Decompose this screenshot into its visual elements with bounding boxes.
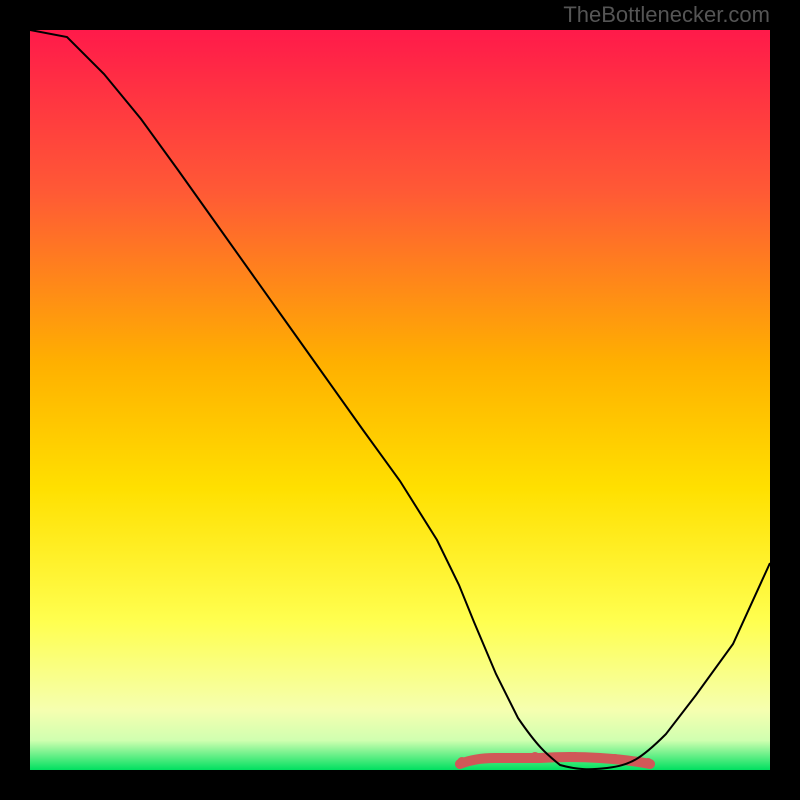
chart-container bbox=[30, 30, 770, 770]
bottleneck-chart bbox=[30, 30, 770, 770]
gradient-background bbox=[30, 30, 770, 770]
watermark-text: TheBottlenecker.com bbox=[563, 2, 770, 28]
